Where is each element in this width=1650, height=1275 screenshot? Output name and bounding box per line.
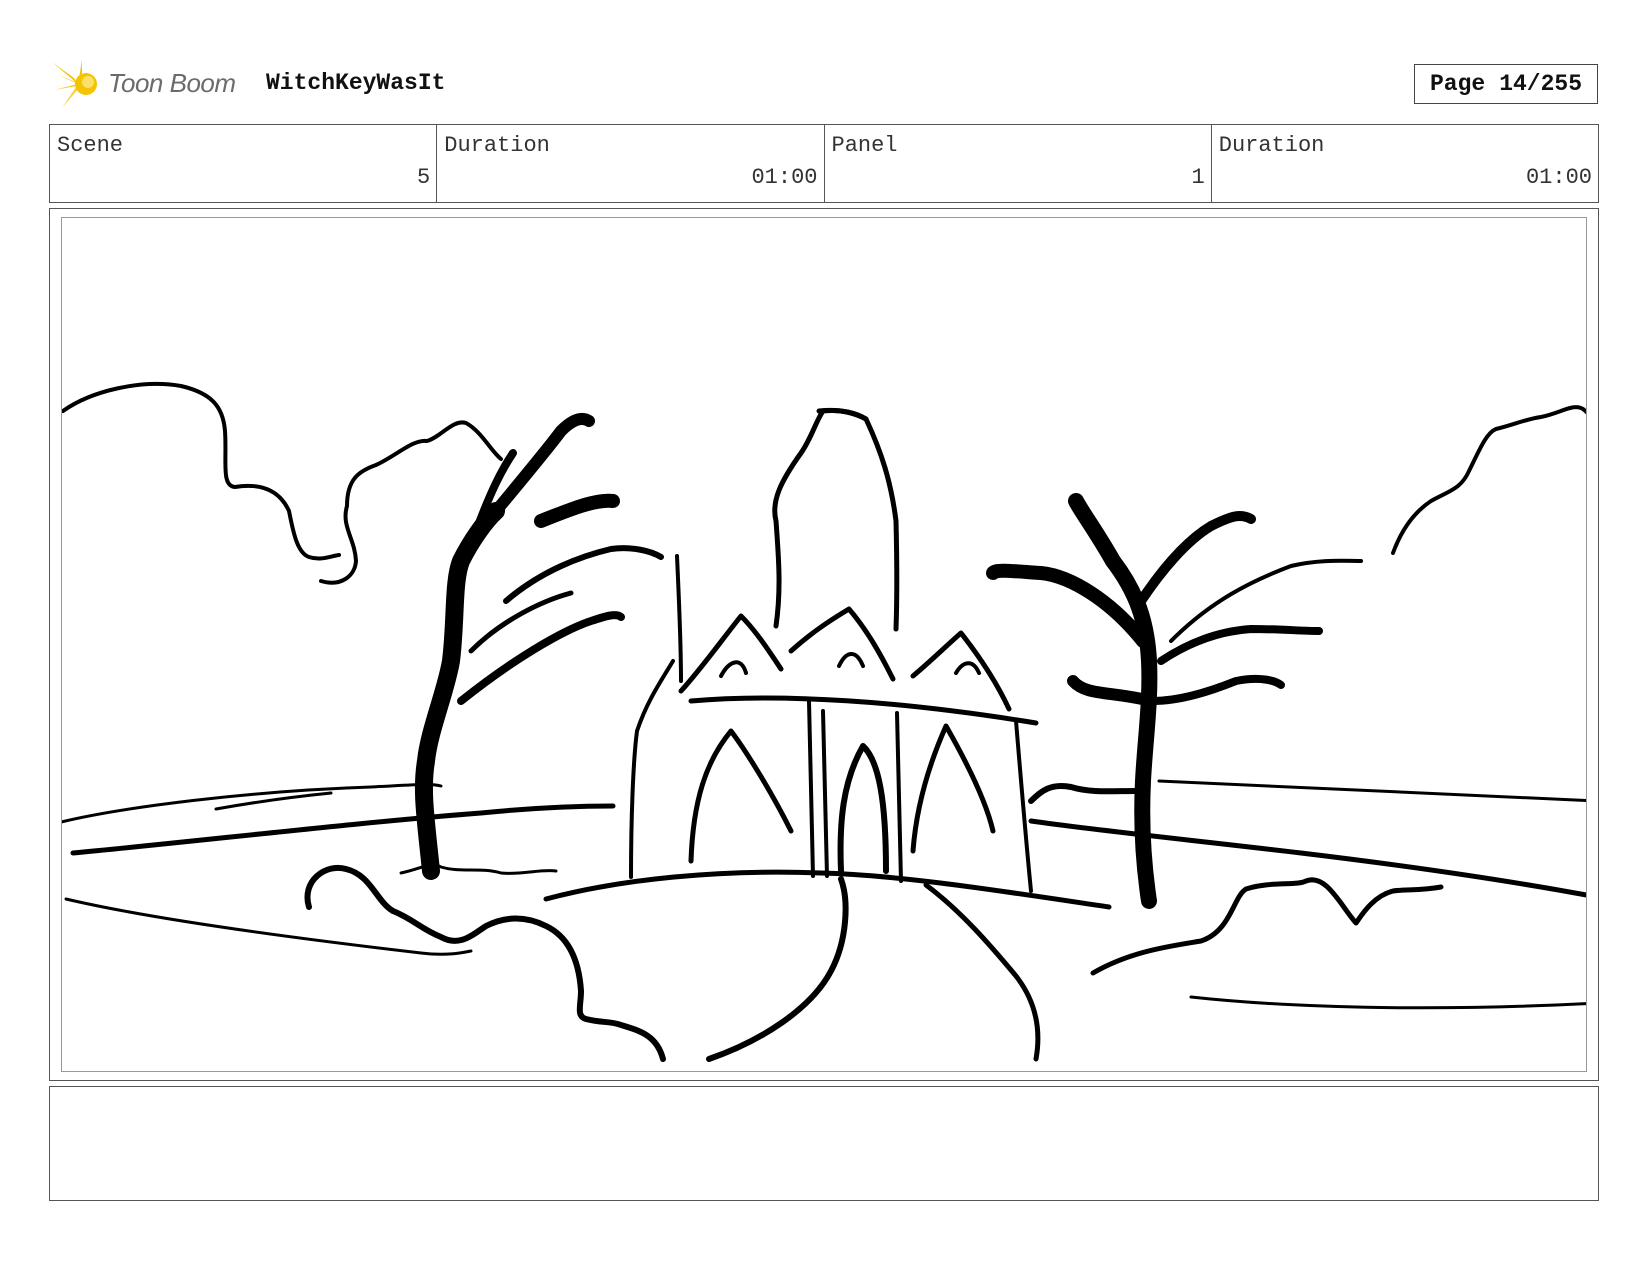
project-title: WitchKeyWasIt — [266, 70, 446, 96]
cloud-left — [62, 382, 341, 561]
tree-right-branch-2 — [1136, 510, 1256, 606]
tree-right-branch-5 — [1067, 675, 1157, 707]
cloud-right — [1391, 405, 1586, 555]
castle-arch-right — [910, 723, 996, 854]
hill-front-left — [64, 897, 473, 956]
panel-duration-label: Duration — [1218, 133, 1325, 158]
tree-left-branch-4 — [457, 611, 625, 705]
bush-left — [304, 864, 666, 1062]
tree-right-branch-7 — [1028, 783, 1139, 804]
castle-window-left — [719, 660, 748, 678]
castle-tower — [772, 408, 900, 632]
castle-wall-right — [1014, 719, 1033, 893]
toon-boom-starburst-icon — [52, 60, 97, 108]
castle-eave — [688, 695, 1039, 726]
path-right — [923, 882, 1041, 1062]
castle-window-right — [954, 661, 981, 675]
castle-roof-1 — [678, 613, 784, 694]
scene-duration-cell: Duration 01:00 — [437, 125, 825, 202]
page-indicator: Page 14/255 — [1414, 64, 1598, 104]
cloud-left-2 — [319, 420, 503, 585]
scene-value: 5 — [417, 165, 431, 190]
castle-roof-2 — [788, 606, 896, 682]
scene-duration-value: 01:00 — [751, 165, 818, 190]
scene-info-table: Scene 5 Duration 01:00 Panel 1 Duration … — [49, 124, 1599, 203]
panel-notes-box — [49, 1086, 1599, 1201]
castle-tower-roof-line — [816, 407, 869, 422]
storyboard-sketch — [62, 382, 1586, 1062]
castle-arch-center — [837, 743, 889, 874]
panel-duration-value: 01:00 — [1525, 165, 1592, 190]
page-number: 14/255 — [1499, 71, 1583, 97]
horizon-right-2 — [1157, 779, 1586, 803]
hill-front-right — [1189, 995, 1586, 1010]
panel-label: Panel — [831, 133, 898, 158]
logo-text: Toon Boom — [108, 68, 236, 98]
castle-left-wing — [629, 659, 675, 879]
panel-drawing-area — [61, 217, 1587, 1072]
castle-arch-left — [688, 728, 794, 864]
page-label: Page — [1429, 71, 1486, 97]
path-left — [706, 876, 849, 1062]
castle-left-pillar — [675, 554, 683, 683]
tree-left-branch-5 — [534, 493, 620, 528]
tree-right-branch-4 — [1149, 674, 1285, 705]
scene-cell: Scene 5 — [50, 125, 438, 202]
scene-duration-label: Duration — [444, 133, 550, 158]
panel-duration-cell: Duration 01:00 — [1212, 125, 1598, 202]
panel-value: 1 — [1191, 165, 1205, 190]
scene-label: Scene — [57, 133, 124, 158]
tree-right-branch-3 — [1157, 625, 1323, 665]
tree-left-branch-6 — [468, 590, 574, 654]
panel-cell: Panel 1 — [825, 125, 1212, 202]
horizon-left-2 — [70, 803, 616, 856]
castle-roof-3 — [910, 630, 1012, 712]
tree-left-branch-3 — [503, 545, 664, 604]
castle-window-mid — [837, 652, 865, 668]
horizon-right — [1028, 818, 1586, 898]
